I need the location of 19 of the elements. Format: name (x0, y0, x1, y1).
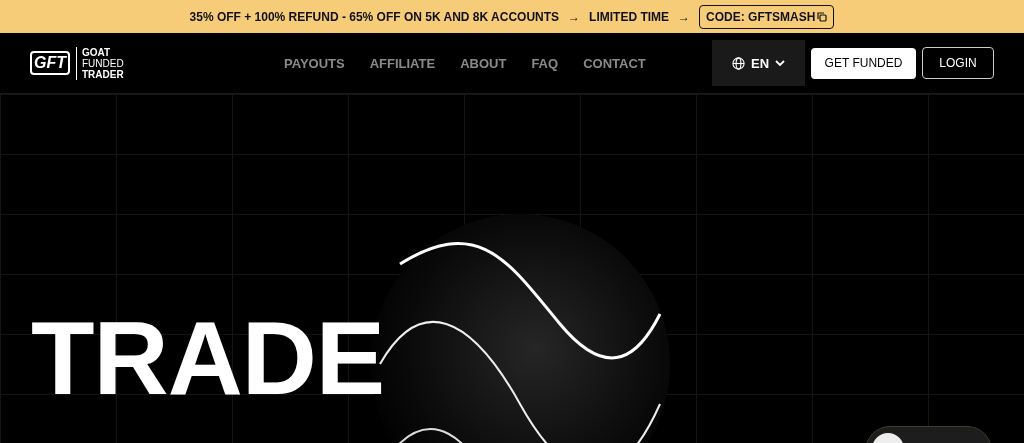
language-selector[interactable]: EN (712, 40, 805, 86)
promo-code-button[interactable]: CODE: GFTSMASH (699, 4, 835, 29)
hero-title: TRADE (31, 308, 385, 408)
limited-time-text: LIMITED TIME (589, 9, 670, 24)
arrow-glyph: → (678, 9, 691, 24)
copy-icon (817, 11, 828, 22)
logo-mark[interactable]: GFT (30, 51, 70, 75)
promo-text: 35% OFF + 100% REFUND - 65% OFF ON 5K AND 8K ACCOUNTS (189, 9, 560, 24)
nav-link[interactable]: FAQ (531, 55, 559, 71)
nav-link[interactable]: AFFILIATE (369, 55, 436, 71)
globe-icon (731, 56, 745, 70)
logo-wordmark[interactable]: GOAT FUNDED TRADER (76, 46, 124, 80)
arrow-glyph: → (568, 9, 581, 24)
nav-link[interactable]: PAYOUTS (284, 55, 345, 71)
nav-link[interactable]: ABOUT (460, 55, 507, 71)
nav-link[interactable]: CONTACT (583, 55, 646, 71)
chevron-down-icon (775, 59, 786, 67)
get-funded-button[interactable]: GET FUNDED (811, 47, 916, 79)
login-button[interactable]: LOGIN (922, 47, 994, 79)
